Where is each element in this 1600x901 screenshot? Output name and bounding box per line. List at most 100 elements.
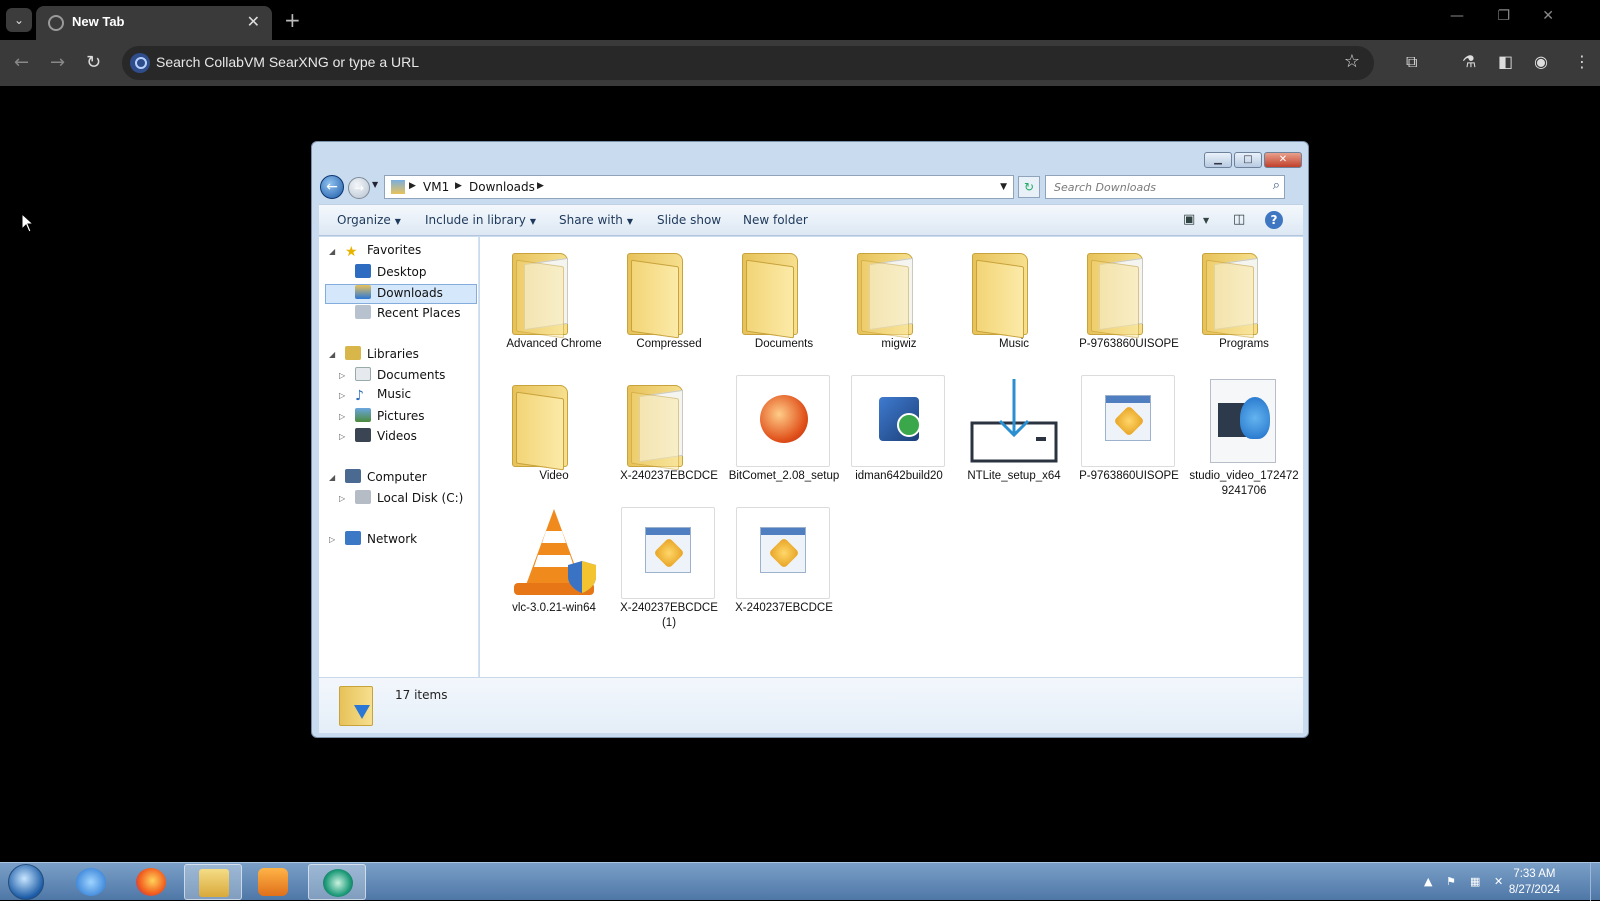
vlc-cone-icon [506,507,602,599]
expanded-triangle-icon[interactable]: ◢ [329,473,335,482]
bitcomet-icon [736,375,832,467]
back-arrow-icon[interactable]: ← [14,52,29,73]
nav-lib-pictures-label: Pictures [377,409,425,423]
nav-recent-places[interactable]: Recent Places [355,305,460,325]
refresh-button[interactable]: ↻ [1018,176,1040,198]
explorer-back-button[interactable]: ← [320,175,344,199]
clock[interactable]: 7:33 AM 8/27/2024 [1509,866,1560,898]
reload-icon[interactable]: ↻ [86,52,101,73]
explorer-breadcrumb[interactable]: ▶ VM1 ▶ Downloads ▶ ▼ [384,175,1014,199]
menu-kebab-icon[interactable]: ⋮ [1574,52,1590,71]
breadcrumb-chevron-icon[interactable]: ▶ [455,181,462,191]
explorer-title-bar[interactable]: ▁ □ ✕ [312,142,1308,170]
explorer-minimize-button[interactable]: ▁ [1204,152,1232,168]
file-item-studio-video[interactable]: studio_video_1724729241706 [1188,375,1300,499]
side-panel-icon[interactable]: ◧ [1498,52,1513,71]
nav-computer[interactable]: ◢ Computer [329,469,427,489]
file-item-music[interactable]: Music [958,243,1070,352]
breadcrumb-downloads[interactable]: Downloads [469,180,535,194]
expanded-triangle-icon[interactable]: ◢ [329,247,335,256]
file-item-idman-installer[interactable]: idman642build20 [843,375,955,484]
collapsed-triangle-icon[interactable]: ▷ [339,494,345,503]
taskbar-firefox[interactable] [122,864,180,900]
close-tab-icon[interactable]: ✕ [247,12,260,31]
nav-downloads[interactable]: Downloads [325,284,477,304]
star-icon[interactable]: ☆ [1344,51,1360,72]
close-window-icon[interactable]: ✕ [1542,8,1554,24]
include-in-library-button[interactable]: Include in library ▼ [425,213,536,227]
breadcrumb-chevron-icon[interactable]: ▶ [537,181,544,191]
search-icon[interactable]: ⌕ [1273,178,1280,193]
preview-pane-icon[interactable]: ◫ [1233,212,1245,227]
new-tab-button[interactable]: + [284,8,301,32]
collapsed-triangle-icon[interactable]: ▷ [339,371,345,380]
nav-libraries[interactable]: ◢ Libraries [329,346,419,366]
taskbar-chrome[interactable] [308,864,366,900]
file-item-x-240237ebcdce-1-package[interactable]: X-240237EBCDCE (1) [613,507,725,631]
file-item-x-240237ebcdce-package[interactable]: X-240237EBCDCE [728,507,840,616]
explorer-forward-button[interactable]: → [348,177,370,199]
show-hidden-icons-icon[interactable]: ▲ [1424,875,1438,888]
file-item-migwiz[interactable]: migwiz [843,243,955,352]
file-item-p-9763860uisope-package[interactable]: P-9763860UISOPE [1073,375,1185,484]
slide-show-button[interactable]: Slide show [657,213,721,227]
breadcrumb-vm1[interactable]: VM1 [423,180,449,194]
profile-avatar-icon[interactable]: ◉ [1534,52,1548,71]
search-downloads-input[interactable]: Search Downloads ⌕ [1045,175,1285,199]
explorer-maximize-button[interactable]: □ [1234,152,1262,168]
address-bar[interactable]: Search CollabVM SearXNG or type a URL ☆ [122,46,1374,80]
extensions-icon[interactable]: ⧉ [1406,52,1417,72]
view-options-caret-icon[interactable]: ▼ [1203,216,1209,225]
collapsed-triangle-icon[interactable]: ▷ [339,412,345,421]
file-item-video[interactable]: Video [498,375,610,484]
share-with-button[interactable]: Share with ▼ [559,213,633,227]
change-view-icon[interactable]: ▣ [1183,212,1195,227]
file-item-programs[interactable]: Programs [1188,243,1300,352]
tab-new-tab[interactable]: New Tab ✕ [36,6,272,40]
action-center-flag-icon[interactable]: ⚑ [1446,875,1460,888]
file-item-compressed[interactable]: Compressed [613,243,725,352]
nav-network[interactable]: ▷ Network [329,531,417,551]
collapsed-triangle-icon[interactable]: ▷ [329,535,335,544]
volume-muted-icon[interactable]: ✕ [1494,875,1508,888]
nav-local-disk[interactable]: ▷ Local Disk (C:) [339,490,463,510]
address-dropdown-icon[interactable]: ▼ [1000,182,1007,192]
expanded-triangle-icon[interactable]: ◢ [329,350,335,359]
restore-icon[interactable]: ❐ [1497,8,1510,24]
tab-search-button[interactable]: ⌄ [6,8,32,32]
file-item-advanced-chrome[interactable]: Advanced Chrome [498,243,610,352]
browser-tab-bar: ⌄ New Tab ✕ + — ❐ ✕ [0,0,1600,40]
collapsed-triangle-icon[interactable]: ▷ [339,432,345,441]
labs-flask-icon[interactable]: ⚗ [1462,52,1476,71]
explorer-address-row: ← → ▼ ▶ VM1 ▶ Downloads ▶ ▼ ↻ Search Dow… [312,174,1308,200]
nav-lib-pictures[interactable]: ▷ Pictures [339,408,425,428]
explorer-close-button[interactable]: ✕ [1264,152,1302,168]
start-button[interactable] [8,864,44,900]
nav-lib-videos[interactable]: ▷ Videos [339,428,417,448]
nav-lib-documents[interactable]: ▷ Documents [339,367,445,387]
nav-favorites[interactable]: ◢ ★ Favorites [329,243,421,263]
taskbar-explorer[interactable] [184,864,242,900]
new-folder-button[interactable]: New folder [743,213,808,227]
file-item-x-240237ebcdce-folder[interactable]: X-240237EBCDCE [613,375,725,484]
help-icon[interactable]: ? [1265,211,1283,229]
minimize-icon[interactable]: — [1450,8,1464,24]
nav-desktop[interactable]: Desktop [355,264,427,284]
file-item-ntlite-setup[interactable]: NTLite_setup_x64 [958,375,1070,484]
file-item-vlc-installer[interactable]: vlc-3.0.21-win64 [498,507,610,616]
file-item-bitcomet-setup[interactable]: BitComet_2.08_setup [728,375,840,484]
collapsed-triangle-icon[interactable]: ▷ [339,391,345,400]
organize-button[interactable]: Organize ▼ [337,213,401,227]
breadcrumb-chevron-icon[interactable]: ▶ [409,181,416,191]
file-item-documents[interactable]: Documents [728,243,840,352]
taskbar-internet-explorer[interactable] [62,864,120,900]
share-with-label: Share with [559,213,623,227]
taskbar-media-player[interactable] [244,864,302,900]
network-icon[interactable]: ▦ [1470,875,1484,888]
forward-arrow-icon[interactable]: → [50,52,65,73]
file-item-p-9763860uisope-folder[interactable]: P-9763860UISOPE [1073,243,1185,352]
nav-lib-music[interactable]: ▷ ♪ Music [339,387,411,407]
file-name: X-240237EBCDCE [620,470,718,482]
recent-pages-chevron-icon[interactable]: ▼ [372,180,378,189]
show-desktop-button[interactable] [1590,863,1600,901]
